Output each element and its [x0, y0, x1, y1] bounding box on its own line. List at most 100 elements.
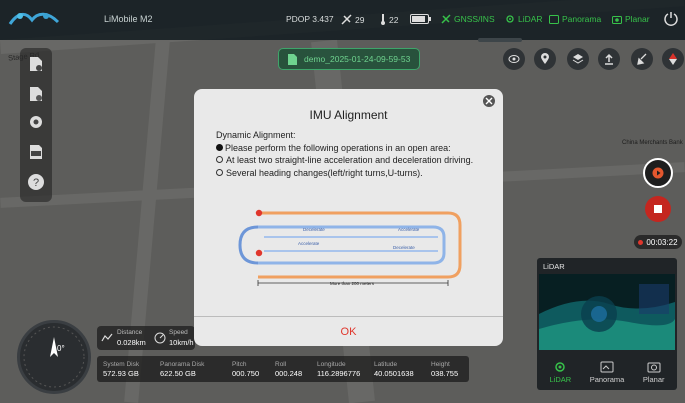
upload-icon	[605, 53, 613, 65]
panorama-icon	[600, 361, 614, 372]
stat-label: Pitch	[232, 360, 247, 368]
visibility-button[interactable]	[503, 48, 525, 70]
tab-planar[interactable]: Planar	[630, 354, 677, 390]
instruction-text: At least two straight-line acceleration …	[226, 155, 474, 165]
stat-longitude: Longitude 116.2896776	[311, 361, 368, 378]
clear-button[interactable]	[631, 48, 653, 70]
play-icon	[652, 167, 664, 179]
point-cloud-image	[539, 274, 675, 350]
lidar-icon	[555, 361, 566, 372]
settings-button[interactable]	[26, 112, 46, 132]
compass-heading: 0°	[57, 344, 65, 353]
sensor-preview-title: LiDAR	[543, 262, 565, 271]
thermometer-icon	[381, 14, 385, 25]
stat-roll: Roll 000.248	[269, 361, 311, 378]
planar-label: Planar	[625, 14, 650, 24]
planar-status[interactable]: Planar	[612, 14, 650, 24]
dialog-title: IMU Alignment	[309, 108, 388, 122]
stat-label: Height	[431, 360, 450, 368]
ok-button[interactable]: OK	[194, 317, 503, 346]
stat-latitude: Latitude 40.0501638	[368, 361, 425, 378]
log-button[interactable]	[26, 142, 46, 162]
diagram-label: Accelerate	[298, 241, 320, 246]
stat-label: System Disk	[103, 360, 140, 368]
sensor-preview-panel: LiDAR LiDAR Panorama Planar	[537, 258, 677, 390]
diagram-label: Accelerate	[398, 227, 420, 232]
tab-panorama[interactable]: Panorama	[584, 354, 631, 390]
speed-label: Speed	[169, 329, 188, 336]
bullet-hollow-icon	[216, 168, 223, 176]
stat-value: 622.50 GB	[160, 368, 196, 378]
status-bar: LiMobile M2 PDOP 3.437 29 22 GNSS/INS Li…	[0, 0, 685, 40]
stat-value: 000.750	[232, 368, 260, 378]
gnss-label: GNSS/INS	[454, 14, 495, 24]
satellite-value: 29	[355, 14, 365, 25]
stat-label: Panorama Disk	[160, 360, 205, 368]
stat-label: Latitude	[374, 360, 398, 368]
project-settings-icon	[30, 57, 42, 71]
camera-icon	[612, 15, 622, 24]
speedometer-icon	[154, 332, 166, 344]
tab-label: LiDAR	[549, 374, 572, 384]
gnss-status[interactable]: GNSS/INS	[441, 14, 495, 24]
upload-button[interactable]	[598, 48, 620, 70]
instruction-text: Please perform the following operations …	[225, 142, 451, 153]
lidar-point-cloud-view[interactable]	[539, 274, 675, 350]
gnss-icon	[441, 14, 451, 24]
battery-icon	[410, 14, 431, 24]
project-button[interactable]	[26, 54, 46, 74]
compass-icon	[23, 326, 85, 388]
distance-value: 0.028km	[117, 338, 146, 347]
distance-icon	[101, 333, 113, 342]
lidar-label: LiDAR	[518, 14, 543, 24]
distance-caption: More than 200 meters	[330, 281, 375, 286]
panorama-status[interactable]: Panorama	[549, 14, 601, 24]
record-play-button[interactable]	[643, 158, 673, 188]
diagram-label: Decelerate	[303, 227, 325, 232]
imu-alignment-dialog: IMU Alignment Dynamic Alignment: Please …	[194, 89, 503, 346]
bullet-filled-icon	[216, 143, 223, 151]
close-button[interactable]	[483, 95, 495, 107]
eye-icon	[508, 55, 520, 63]
distance-label: Distance	[117, 329, 143, 336]
instruction-text: Several heading changes(left/right turns…	[226, 167, 423, 178]
layers-button[interactable]	[567, 48, 589, 70]
stat-value: 038.755	[431, 368, 459, 378]
current-file-pill[interactable]: demo_2025-01-24-09-59-53	[278, 48, 420, 70]
location-pin-icon	[541, 53, 549, 64]
instruction-option: At least two straight-line acceleration …	[216, 154, 496, 167]
compass-dial	[17, 320, 91, 394]
instruction-line: Please perform the following operations …	[216, 142, 496, 155]
device-name: LiMobile M2	[104, 14, 153, 24]
lidar-status[interactable]: LiDAR	[505, 14, 543, 24]
log-icon	[30, 145, 42, 159]
sensor-tabs: LiDAR Panorama Planar	[537, 354, 677, 390]
timer-value: 00:03:22	[646, 237, 678, 247]
stat-value: 572.93 GB	[103, 368, 139, 378]
help-button[interactable]: ?	[26, 172, 46, 192]
power-icon[interactable]	[663, 10, 679, 26]
location-button[interactable]	[534, 48, 556, 70]
dialog-instructions: Dynamic Alignment: Please perform the fo…	[216, 129, 496, 179]
stat-pitch: Pitch 000.750	[226, 361, 269, 378]
tab-label: Planar	[642, 374, 665, 384]
left-toolbar: ?	[20, 48, 52, 202]
gear-icon	[30, 116, 42, 128]
stat-value: 40.0501638	[374, 368, 414, 378]
temperature-value: 22	[389, 14, 399, 25]
broom-icon	[637, 53, 647, 65]
speed-value: 10km/h	[169, 338, 194, 347]
compass-north-button[interactable]	[662, 48, 684, 70]
stat-label: Roll	[275, 360, 287, 368]
panorama-label: Panorama	[562, 14, 602, 24]
north-arrow-icon	[669, 53, 677, 65]
svg-text:?: ?	[33, 177, 39, 189]
record-timer: 00:03:22	[634, 235, 682, 249]
file-settings-button[interactable]	[26, 84, 46, 104]
tab-lidar[interactable]: LiDAR	[537, 354, 584, 390]
record-stop-button[interactable]	[645, 196, 671, 222]
drag-handle[interactable]	[478, 38, 522, 42]
lidar-icon	[506, 15, 514, 23]
satellite-count: 29	[341, 14, 364, 25]
distance-speed-box: Distance 0.028km Speed 10km/h	[97, 326, 195, 350]
